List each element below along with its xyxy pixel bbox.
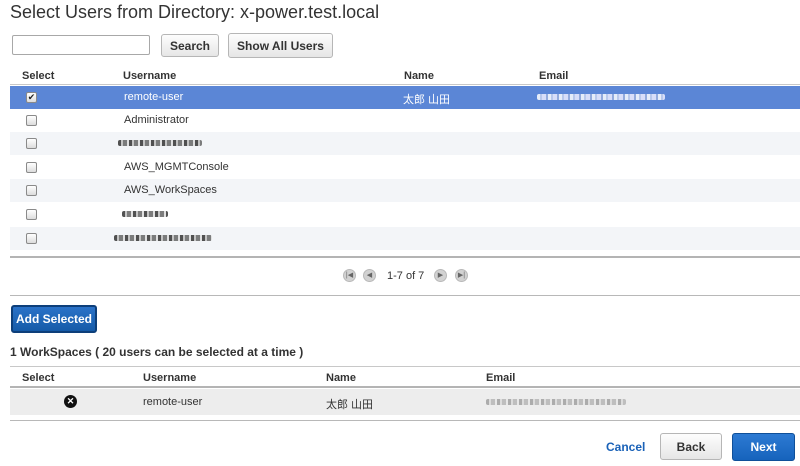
- redacted-username: [114, 235, 212, 241]
- pager-status: 1-7 of 7: [387, 270, 425, 282]
- redacted-username: [122, 211, 168, 217]
- first-page-icon[interactable]: |◀: [343, 269, 356, 282]
- col-header-select: Select: [22, 70, 55, 82]
- next-page-icon[interactable]: ▶: [434, 269, 447, 282]
- row-username: remote-user: [124, 91, 184, 103]
- ws-row-name: 太郎 山田: [326, 399, 374, 411]
- row-checkbox[interactable]: [26, 138, 37, 149]
- ws-header-divider: [10, 386, 800, 388]
- row-checkbox[interactable]: [26, 209, 37, 220]
- check-icon: ✔: [27, 92, 36, 102]
- ws-col-header-select: Select: [22, 372, 55, 384]
- cancel-button[interactable]: Cancel: [606, 440, 645, 454]
- row-username: AWS_WorkSpaces: [124, 184, 217, 196]
- last-page-icon[interactable]: ▶|: [455, 269, 468, 282]
- row-checkbox[interactable]: [26, 233, 37, 244]
- table-row[interactable]: [10, 227, 800, 250]
- show-all-users-button[interactable]: Show All Users: [228, 33, 333, 58]
- remove-icon[interactable]: ✕: [64, 395, 77, 408]
- ws-top-divider: [10, 366, 800, 367]
- page-title: Select Users from Directory: x-power.tes…: [10, 2, 380, 22]
- row-name: 太郎 山田: [403, 94, 451, 106]
- row-username: AWS_MGMTConsole: [124, 161, 229, 173]
- redacted-email: [537, 94, 665, 100]
- table-row[interactable]: ✔ remote-user 太郎 山田: [10, 86, 800, 109]
- table-row[interactable]: AWS_WorkSpaces: [10, 179, 800, 202]
- row-checkbox[interactable]: [26, 185, 37, 196]
- row-checkbox[interactable]: [26, 115, 37, 126]
- workspaces-title: 1 WorkSpaces ( 20 users can be selected …: [10, 345, 304, 359]
- footer-divider: [10, 420, 800, 421]
- table-row[interactable]: [10, 203, 800, 226]
- table-row[interactable]: Administrator: [10, 109, 800, 132]
- search-input[interactable]: [12, 35, 150, 55]
- add-selected-button[interactable]: Add Selected: [11, 305, 97, 333]
- ws-col-header-email: Email: [486, 372, 516, 384]
- row-username: Administrator: [124, 114, 189, 126]
- back-button[interactable]: Back: [660, 433, 722, 460]
- search-button[interactable]: Search: [161, 34, 219, 57]
- section-divider: [10, 295, 800, 296]
- col-header-email: Email: [539, 70, 569, 82]
- row-checkbox[interactable]: ✔: [26, 92, 37, 103]
- next-button[interactable]: Next: [732, 433, 795, 461]
- ws-col-header-username: Username: [143, 372, 197, 384]
- workspace-row: remote-user 太郎 山田: [10, 389, 800, 415]
- table-bottom-divider: [10, 256, 800, 258]
- ws-col-header-name: Name: [326, 372, 356, 384]
- col-header-username: Username: [123, 70, 177, 82]
- ws-row-username: remote-user: [143, 396, 203, 408]
- table-header-divider: [10, 84, 800, 85]
- table-row[interactable]: [10, 132, 800, 155]
- prev-page-icon[interactable]: ◀: [363, 269, 376, 282]
- table-row[interactable]: AWS_MGMTConsole: [10, 156, 800, 179]
- col-header-name: Name: [404, 70, 434, 82]
- redacted-email: [486, 399, 626, 405]
- redacted-username: [118, 140, 202, 146]
- row-checkbox[interactable]: [26, 162, 37, 173]
